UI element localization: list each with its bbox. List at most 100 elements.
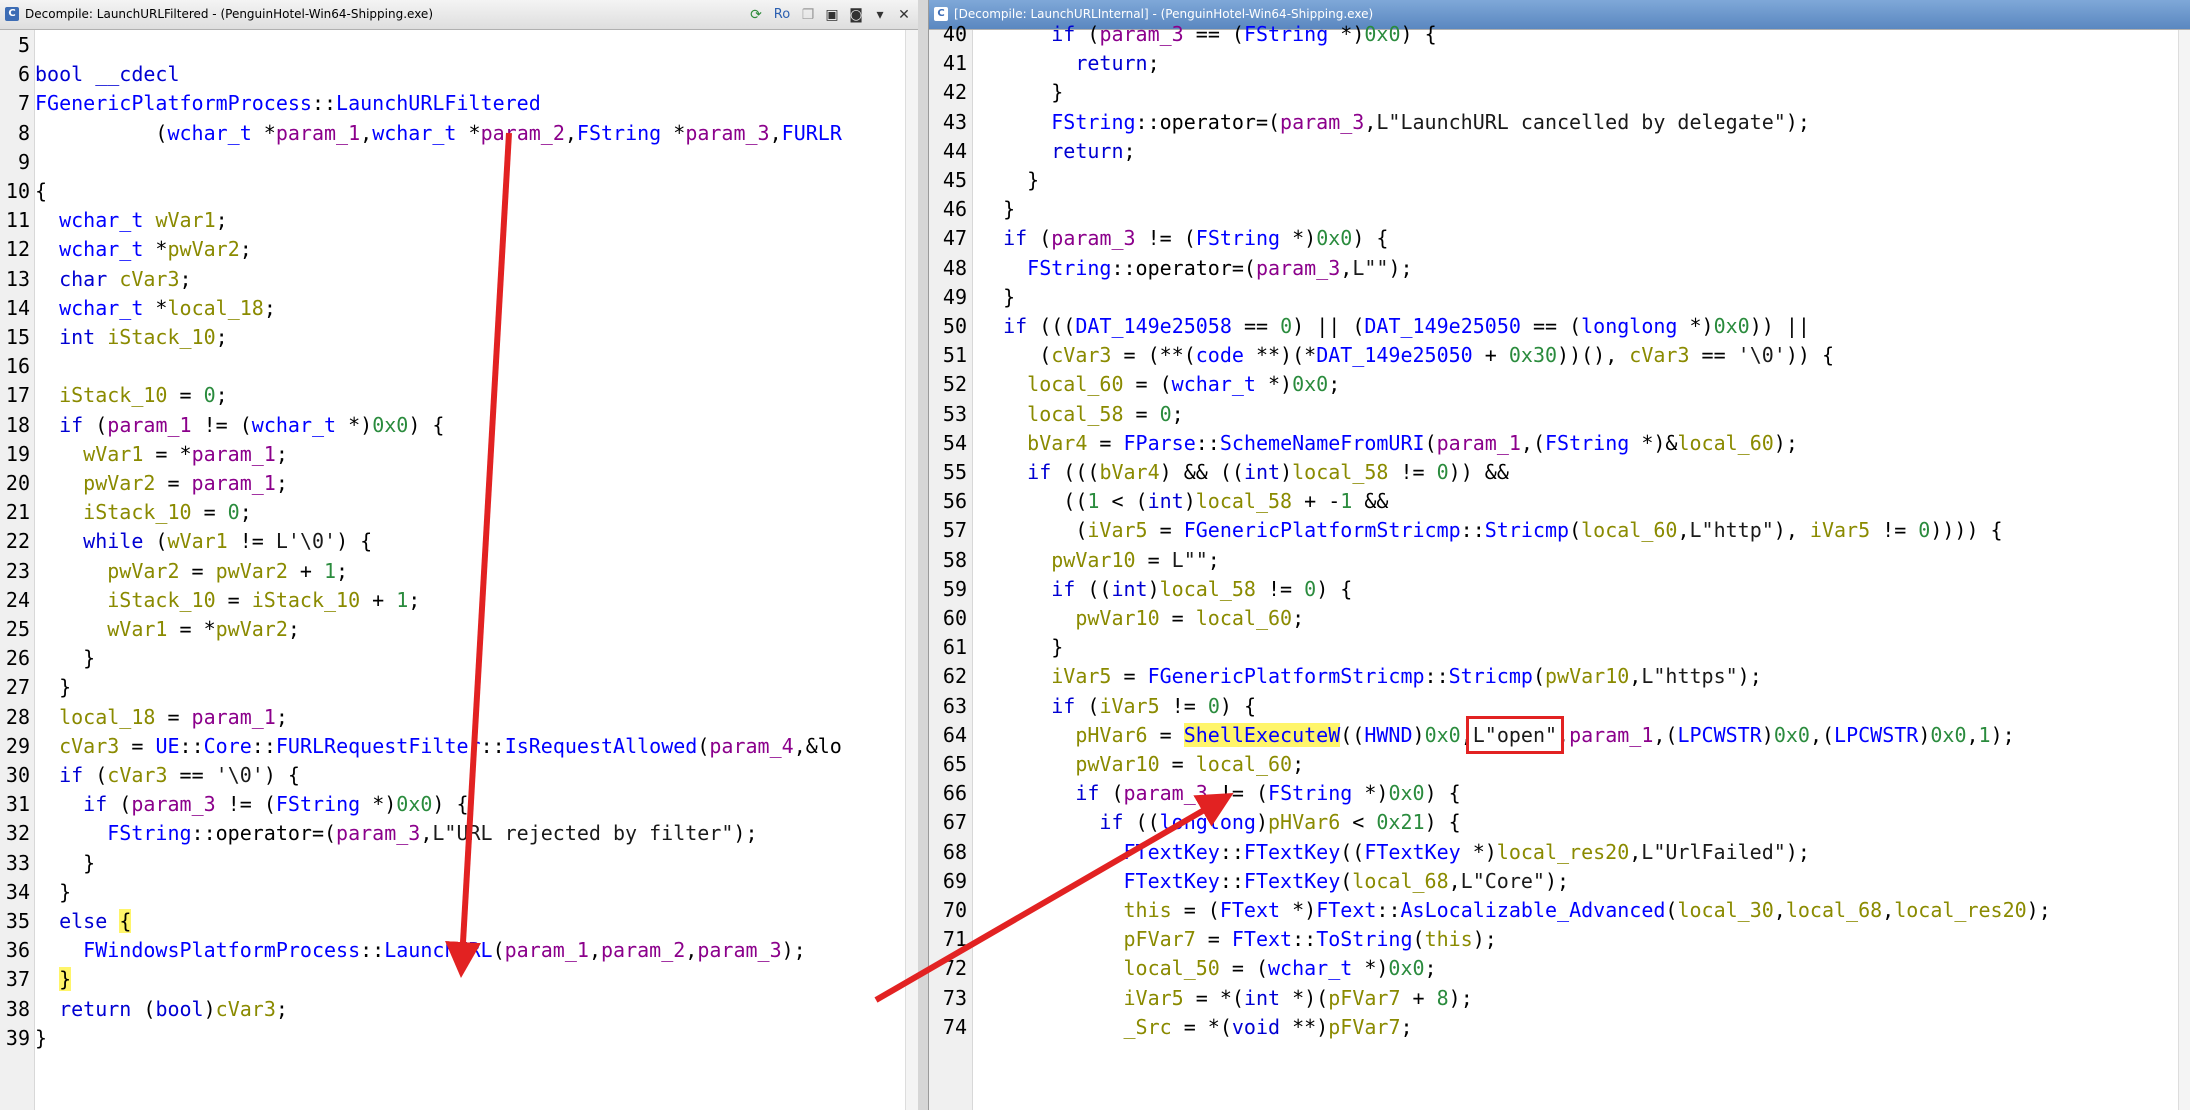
code-text[interactable]: iVar5 = FGenericPlatformStricmp::Stricmp… — [979, 661, 1762, 692]
code-line[interactable]: 28 local_18 = param_1; — [0, 702, 288, 733]
code-line[interactable]: 6 bool __cdecl — [0, 59, 180, 90]
code-line[interactable]: 67 if ((longlong)pHVar6 < 0x21) { — [929, 807, 1461, 838]
code-text[interactable]: bVar4 = FParse::SchemeNameFromURI(param_… — [979, 428, 1798, 459]
code-line[interactable]: 17 iStack_10 = 0; — [0, 380, 228, 411]
code-line[interactable]: 38 return (bool)cVar3; — [0, 994, 288, 1025]
code-line[interactable]: 51 (cVar3 = (**(code **)(*DAT_149e25050 … — [929, 340, 1834, 371]
refresh-icon[interactable]: ⟳ — [746, 5, 766, 25]
code-line[interactable]: 33 } — [0, 848, 95, 879]
code-text[interactable]: return; — [979, 48, 1159, 79]
code-line[interactable]: 59 if ((int)local_58 != 0) { — [929, 574, 1352, 605]
code-text[interactable]: if (param_3 == (FString *)0x0) { — [979, 19, 1436, 50]
right-scrollbar[interactable] — [2178, 30, 2190, 1110]
code-text[interactable]: if ((int)local_58 != 0) { — [979, 574, 1352, 605]
code-text[interactable]: int iStack_10; — [35, 322, 228, 353]
camera-icon[interactable]: ◙ — [846, 5, 866, 25]
code-line[interactable]: 20 pwVar2 = param_1; — [0, 468, 288, 499]
code-line[interactable]: 43 FString::operator=(param_3,L"LaunchUR… — [929, 107, 1810, 138]
code-text[interactable]: if ((longlong)pHVar6 < 0x21) { — [979, 807, 1460, 838]
code-line[interactable]: 74 _Src = *(void **)pFVar7; — [929, 1012, 1413, 1043]
code-text[interactable]: local_50 = (wchar_t *)0x0; — [979, 953, 1437, 984]
code-line[interactable]: 56 ((1 < (int)local_58 + -1 && — [929, 486, 1389, 517]
code-text[interactable]: FWindowsPlatformProcess::LaunchURL(param… — [35, 935, 806, 966]
code-text[interactable]: wchar_t *local_18; — [35, 293, 276, 324]
code-text[interactable]: wVar1 = *pwVar2; — [35, 614, 300, 645]
code-line[interactable]: 40 if (param_3 == (FString *)0x0) { — [929, 19, 1437, 50]
code-line[interactable]: 24 iStack_10 = iStack_10 + 1; — [0, 585, 420, 616]
code-text[interactable]: iStack_10 = 0; — [35, 497, 252, 528]
code-text[interactable]: } — [979, 632, 1063, 663]
code-text[interactable]: local_60 = (wchar_t *)0x0; — [979, 369, 1340, 400]
code-line[interactable]: 65 pwVar10 = local_60; — [929, 749, 1304, 780]
code-line[interactable]: 66 if (param_3 != (FString *)0x0) { — [929, 778, 1461, 809]
code-text[interactable]: pwVar10 = local_60; — [979, 603, 1304, 634]
code-line[interactable]: 55 if (((bVar4) && ((int)local_58 != 0))… — [929, 457, 1509, 488]
code-text[interactable]: iStack_10 = iStack_10 + 1; — [35, 585, 420, 616]
code-text[interactable]: pwVar10 = local_60; — [979, 749, 1304, 780]
code-line[interactable]: 15 int iStack_10; — [0, 322, 228, 353]
code-line[interactable]: 42 } — [929, 77, 1063, 108]
code-text[interactable]: this = (FText *)FText::AsLocalizable_Adv… — [979, 895, 2051, 926]
code-text[interactable]: if (((DAT_149e25058 == 0) || (DAT_149e25… — [979, 311, 1810, 342]
code-text[interactable]: pHVar6 = ShellExecuteW((HWND)0x0,L"open"… — [979, 715, 2015, 754]
code-line[interactable]: 23 pwVar2 = pwVar2 + 1; — [0, 556, 348, 587]
code-line[interactable]: 30 if (cVar3 == '\0') { — [0, 760, 300, 791]
code-line[interactable]: 12 wchar_t *pwVar2; — [0, 234, 252, 265]
code-text[interactable]: FString::operator=(param_3,L""); — [979, 253, 1412, 284]
code-text[interactable]: bool __cdecl — [35, 59, 180, 90]
code-line[interactable]: 34 } — [0, 877, 71, 908]
code-text[interactable]: _Src = *(void **)pFVar7; — [979, 1012, 1413, 1043]
code-text[interactable]: if (cVar3 == '\0') { — [35, 760, 300, 791]
code-line[interactable]: 47 if (param_3 != (FString *)0x0) { — [929, 223, 1389, 254]
right-code-listing[interactable]: 40 if (param_3 == (FString *)0x0) {41 re… — [929, 22, 2190, 1110]
code-text[interactable]: pwVar2 = pwVar2 + 1; — [35, 556, 348, 587]
code-text[interactable]: cVar3 = UE::Core::FURLRequestFilter::IsR… — [35, 731, 842, 762]
code-text[interactable]: FString::operator=(param_3,L"LaunchURL c… — [979, 107, 1810, 138]
dropdown-icon[interactable]: ▾ — [870, 5, 890, 25]
code-line[interactable]: 9 — [0, 147, 30, 178]
code-text[interactable]: wchar_t *pwVar2; — [35, 234, 252, 265]
code-text[interactable]: } — [35, 877, 71, 908]
code-text[interactable]: iVar5 = *(int *)(pFVar7 + 8); — [979, 983, 1473, 1014]
code-line[interactable]: 63 if (iVar5 != 0) { — [929, 691, 1256, 722]
code-text[interactable]: } — [35, 643, 95, 674]
code-line[interactable]: 69 FTextKey::FTextKey(local_68,L"Core"); — [929, 866, 1569, 897]
code-text[interactable]: FGenericPlatformProcess::LaunchURLFilter… — [35, 88, 541, 119]
code-line[interactable]: 36 FWindowsPlatformProcess::LaunchURL(pa… — [0, 935, 806, 966]
code-line[interactable]: 64 pHVar6 = ShellExecuteW((HWND)0x0,L"op… — [929, 715, 2015, 754]
snapshot-icon[interactable]: ▣ — [822, 5, 842, 25]
code-line[interactable]: 48 FString::operator=(param_3,L""); — [929, 253, 1413, 284]
code-line[interactable]: 41 return; — [929, 48, 1160, 79]
code-text[interactable]: ((1 < (int)local_58 + -1 && — [979, 486, 1388, 517]
code-line[interactable]: 58 pwVar10 = L""; — [929, 545, 1220, 576]
code-line[interactable]: 5 — [0, 30, 30, 61]
code-line[interactable]: 57 (iVar5 = FGenericPlatformStricmp::Str… — [929, 515, 2003, 546]
left-scrollbar[interactable] — [905, 30, 918, 1110]
code-text[interactable]: else { — [35, 906, 132, 937]
code-text[interactable]: if (param_3 != (FString *)0x0) { — [35, 789, 468, 820]
code-text[interactable]: FTextKey::FTextKey(local_68,L"Core"); — [979, 866, 1570, 897]
code-text[interactable]: { — [35, 176, 47, 207]
code-text[interactable]: if (iVar5 != 0) { — [979, 691, 1256, 722]
code-text[interactable]: char cVar3; — [35, 264, 191, 295]
code-line[interactable]: 68 FTextKey::FTextKey((FTextKey *)local_… — [929, 837, 1810, 868]
code-text[interactable]: } — [35, 1023, 47, 1054]
code-text[interactable]: } — [979, 194, 1015, 225]
code-text[interactable]: pFVar7 = FText::ToString(this); — [979, 924, 1497, 955]
code-text[interactable]: if (param_1 != (wchar_t *)0x0) { — [35, 410, 444, 441]
code-line[interactable]: 37 } — [0, 964, 72, 995]
code-text[interactable]: return; — [979, 136, 1135, 167]
code-line[interactable]: 11 wchar_t wVar1; — [0, 205, 228, 236]
code-text[interactable]: } — [35, 672, 71, 703]
code-text[interactable]: (iVar5 = FGenericPlatformStricmp::Stricm… — [979, 515, 2002, 546]
code-text[interactable]: (cVar3 = (**(code **)(*DAT_149e25050 + 0… — [979, 340, 1834, 371]
code-text[interactable]: } — [35, 964, 72, 995]
code-line[interactable]: 26 } — [0, 643, 95, 674]
code-line[interactable]: 25 wVar1 = *pwVar2; — [0, 614, 300, 645]
code-line[interactable]: 45 } — [929, 165, 1039, 196]
code-line[interactable]: 21 iStack_10 = 0; — [0, 497, 252, 528]
code-text[interactable]: } — [35, 848, 95, 879]
code-text[interactable]: if (((bVar4) && ((int)local_58 != 0)) && — [979, 457, 1509, 488]
code-text[interactable]: if (param_3 != (FString *)0x0) { — [979, 778, 1460, 809]
code-line[interactable]: 71 pFVar7 = FText::ToString(this); — [929, 924, 1497, 955]
